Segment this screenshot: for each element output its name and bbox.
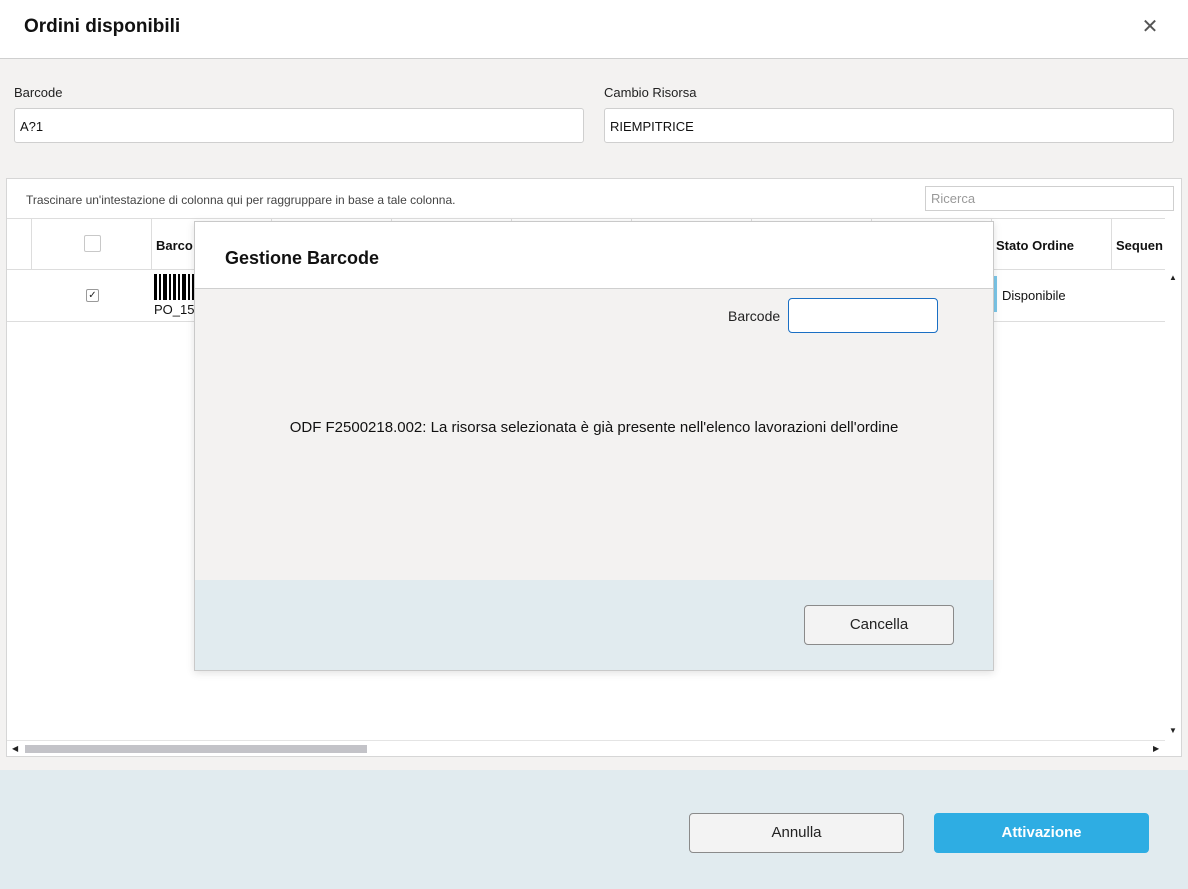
barcode-image [154,274,198,300]
horizontal-scroll-thumb[interactable] [25,745,367,753]
modal-header: Gestione Barcode [195,222,993,289]
row-stato: Disponibile [1002,288,1066,303]
close-icon[interactable]: ✕ [1140,16,1160,38]
cambio-risorsa-input[interactable]: RIEMPITRICE [604,108,1174,143]
scroll-up-icon[interactable]: ▲ [1169,273,1177,282]
modal-footer: Cancella [195,580,993,670]
row-barcode-text: PO_15 [154,302,195,317]
header-stato-ordine[interactable]: Stato Ordine [992,219,1112,270]
modal-title: Gestione Barcode [225,248,380,268]
modal-message: ODF F2500218.002: La risorsa selezionata… [289,419,899,436]
barcode-input[interactable]: A?1 [14,108,584,143]
grid-search-input[interactable]: Ricerca [925,186,1174,211]
dialog-footer: Annulla Attivazione [0,770,1188,889]
header-select-cell [32,219,152,270]
window-titlebar: Ordini disponibili ✕ [0,0,1188,59]
annulla-button[interactable]: Annulla [689,813,904,853]
scroll-left-icon[interactable]: ◀ [12,744,18,753]
cambio-risorsa-label: Cambio Risorsa [604,85,697,100]
group-panel-hint: Trascinare un'intestazione di colonna qu… [26,193,456,207]
attivazione-button[interactable]: Attivazione [934,813,1149,853]
window-title: Ordini disponibili [24,16,181,37]
select-all-checkbox[interactable] [84,235,101,252]
row-checkbox[interactable]: ✓ [86,289,99,302]
vertical-scrollbar[interactable]: ▲ ▼ [1165,270,1182,740]
header-sequenza[interactable]: Sequen [1112,219,1165,270]
row-status-indicator [994,276,997,312]
modal-barcode-input[interactable] [788,298,938,333]
header-indent-cell [7,219,32,270]
scroll-down-icon[interactable]: ▼ [1169,726,1177,735]
horizontal-scrollbar[interactable]: ◀ ▶ [7,740,1165,757]
gestione-barcode-dialog: Gestione Barcode Barcode ODF F2500218.00… [194,221,994,671]
barcode-label: Barcode [14,85,63,100]
cancella-button[interactable]: Cancella [804,605,954,645]
scroll-right-icon[interactable]: ▶ [1153,744,1159,753]
modal-barcode-label: Barcode [728,308,781,324]
